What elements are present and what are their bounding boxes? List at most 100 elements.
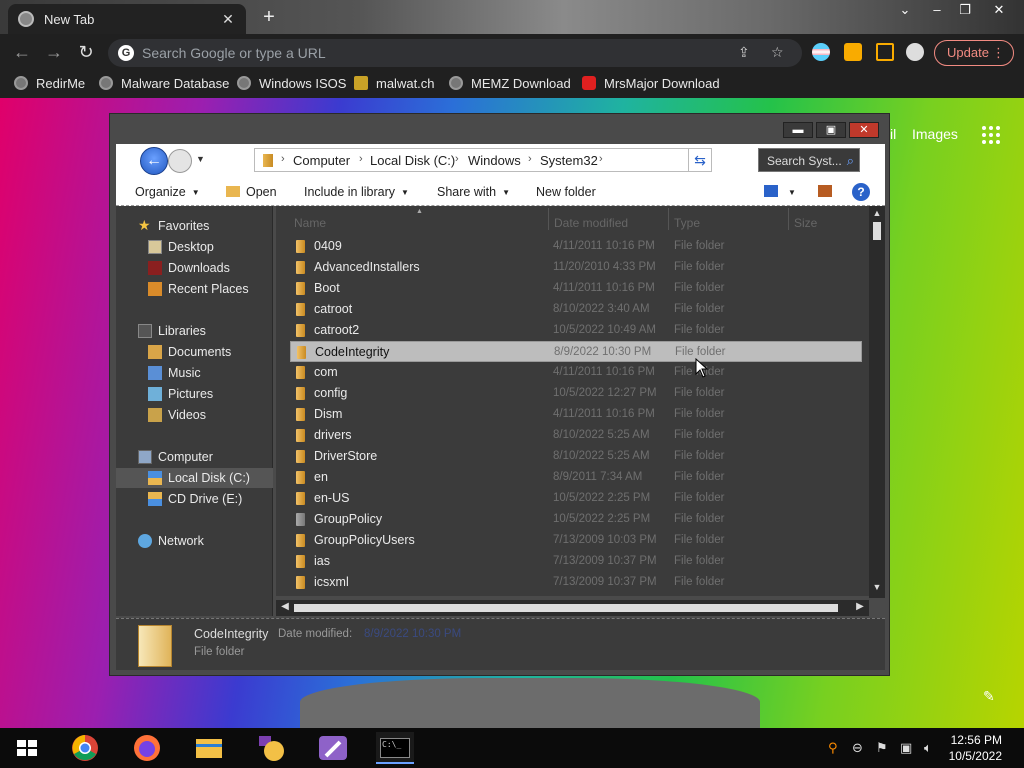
file-row[interactable]: Boot 4/11/2011 10:16 PM File folder <box>290 278 862 299</box>
close-window-button[interactable]: ✕ <box>986 2 1012 20</box>
file-row[interactable]: DriverStore 8/10/2022 5:25 AM File folder <box>290 446 862 467</box>
file-row[interactable]: icsxml 7/13/2009 10:37 PM File folder <box>290 572 862 593</box>
extensions-puzzle-icon[interactable] <box>844 43 862 61</box>
file-row[interactable]: drivers 8/10/2022 5:25 AM File folder <box>290 425 862 446</box>
bookmark-item[interactable]: malwat.ch <box>354 76 435 91</box>
share-with-button[interactable]: Share with ▼ <box>437 185 510 199</box>
omnibox-placeholder[interactable]: Search Google or type a URL <box>142 45 326 61</box>
nav-downloads[interactable]: Downloads <box>116 258 273 278</box>
refresh-icon[interactable]: ⇆ <box>688 148 712 172</box>
google-apps-grid-icon[interactable] <box>982 126 1000 144</box>
network-tray-icon[interactable]: ▣ <box>900 740 912 756</box>
chevron-right-icon[interactable]: › <box>455 153 459 165</box>
file-row[interactable]: config 10/5/2022 12:27 PM File folder <box>290 383 862 404</box>
nav-documents[interactable]: Documents <box>116 342 273 362</box>
update-button[interactable]: Update ⋮ <box>934 40 1014 66</box>
file-row[interactable]: AdvancedInstallers 11/20/2010 4:33 PM File… <box>290 257 862 278</box>
breadcrumb-system32[interactable]: System32 <box>540 153 598 168</box>
nav-pictures[interactable]: Pictures <box>116 384 273 404</box>
scroll-left-icon[interactable]: ◀ <box>278 601 292 612</box>
file-row[interactable]: catroot2 10/5/2022 10:49 AM File folder <box>290 320 862 341</box>
nav-libraries[interactable]: Libraries <box>116 321 273 341</box>
scroll-right-icon[interactable]: ▶ <box>853 601 867 612</box>
column-header-name[interactable]: Name <box>294 216 326 230</box>
include-in-library-button[interactable]: Include in library ▼ <box>304 185 409 199</box>
explorer-back-button[interactable]: ← <box>140 147 168 175</box>
bookmark-star-icon[interactable]: ☆ <box>771 44 784 61</box>
nav-favorites[interactable]: ★ Favorites <box>116 216 273 236</box>
back-arrow-icon[interactable]: ← <box>10 40 34 64</box>
breadcrumb-windows[interactable]: Windows <box>468 153 521 168</box>
customize-pencil-icon[interactable]: ✎ <box>983 688 995 705</box>
flag-icon[interactable]: ⚑ <box>876 740 888 756</box>
gmail-link[interactable]: il <box>890 126 896 142</box>
file-row[interactable]: en 8/9/2011 7:34 AM File folder <box>290 467 862 488</box>
avatar[interactable] <box>906 43 924 61</box>
view-options-icon[interactable] <box>764 185 778 197</box>
file-row[interactable]: GroupPolicyUsers 7/13/2009 10:03 PM File f… <box>290 530 862 551</box>
column-divider[interactable] <box>788 208 789 230</box>
tab-search-icon[interactable]: ⌄ <box>892 2 918 20</box>
breadcrumb-local-disk[interactable]: Local Disk (C:) <box>370 153 455 168</box>
help-icon[interactable]: ? <box>852 183 870 201</box>
bookmark-item[interactable]: MrsMajor Download <box>582 76 720 91</box>
share-icon[interactable]: ⇪ <box>738 44 750 61</box>
nav-recent-places[interactable]: Recent Places <box>116 279 273 299</box>
column-header-type[interactable]: Type <box>674 216 700 230</box>
tab-close-icon[interactable]: ✕ <box>220 11 236 28</box>
breadcrumb-computer[interactable]: Computer <box>293 153 350 168</box>
bookmark-item[interactable]: MEMZ Download <box>449 76 571 91</box>
column-divider[interactable] <box>668 208 669 230</box>
restore-button[interactable]: ❐ <box>952 2 978 20</box>
nav-network[interactable]: Network <box>116 531 273 551</box>
bookmark-item[interactable]: RedirMe <box>14 76 85 91</box>
menu-dots-icon[interactable]: ⋮ <box>992 41 1005 65</box>
explorer-maximize-button[interactable]: ▣ <box>816 122 846 138</box>
tab-new-tab[interactable]: New Tab ✕ <box>8 4 246 34</box>
explorer-forward-button[interactable] <box>168 149 192 173</box>
history-dropdown-icon[interactable]: ▼ <box>196 154 205 164</box>
system-clock[interactable]: 12:56 PM 10/5/2022 <box>944 732 1002 764</box>
scroll-thumb[interactable] <box>294 604 838 612</box>
chevron-right-icon[interactable]: › <box>599 153 603 165</box>
start-windows-icon[interactable] <box>8 732 46 764</box>
file-row[interactable]: catroot 8/10/2022 3:40 AM File folder <box>290 299 862 320</box>
open-button[interactable]: Open <box>226 185 277 199</box>
nav-computer[interactable]: Computer <box>116 447 273 467</box>
explorer-close-button[interactable]: ✕ <box>849 122 879 138</box>
nav-local-disk[interactable]: Local Disk (C:) <box>116 468 273 488</box>
file-row[interactable]: CodeIntegrity 8/9/2022 10:30 PM File folde… <box>290 341 862 362</box>
scroll-up-icon[interactable]: ▲ <box>869 208 885 222</box>
volume-icon[interactable]: 🔈︎ <box>924 740 932 756</box>
search-field[interactable]: Search Syst... ⌕ <box>758 148 860 172</box>
file-row[interactable]: GroupPolicy 10/5/2022 2:25 PM File folder <box>290 509 862 530</box>
side-panel-icon[interactable] <box>876 43 894 61</box>
do-not-disturb-icon[interactable]: ⊖ <box>852 740 863 756</box>
bookmark-item[interactable]: Malware Database <box>99 76 229 91</box>
search-tray-icon[interactable]: ⚲ <box>828 740 838 756</box>
column-header-size[interactable]: Size <box>794 216 817 230</box>
view-dropdown-icon[interactable]: ▼ <box>788 188 796 197</box>
visual-studio-taskbar-icon[interactable] <box>314 732 352 764</box>
organize-button[interactable]: Organize ▼ <box>135 185 200 199</box>
new-tab-button[interactable]: + <box>256 6 282 30</box>
images-link[interactable]: Images <box>912 126 958 142</box>
reload-icon[interactable]: ↻ <box>74 40 98 64</box>
search-icon[interactable]: ⌕ <box>847 153 854 169</box>
new-folder-button[interactable]: New folder <box>536 185 596 199</box>
profile-flag-icon[interactable] <box>812 43 830 61</box>
file-row[interactable]: ias 7/13/2009 10:37 PM File folder <box>290 551 862 572</box>
horizontal-scrollbar[interactable]: ◀ ▶ <box>276 600 869 616</box>
bookmark-item[interactable]: Windows ISOS <box>237 76 346 91</box>
chevron-right-icon[interactable]: › <box>281 153 285 165</box>
address-bar[interactable]: › Computer › Local Disk (C:) › Windows ›… <box>254 148 706 172</box>
file-row[interactable]: 0409 4/11/2011 10:16 PM File folder <box>290 236 862 257</box>
scroll-thumb[interactable] <box>873 222 881 240</box>
command-prompt-taskbar-icon[interactable]: C:\_ <box>376 732 414 764</box>
scroll-down-icon[interactable]: ▼ <box>869 582 885 596</box>
file-row[interactable]: Dism 4/11/2011 10:16 PM File folder <box>290 404 862 425</box>
chevron-right-icon[interactable]: › <box>528 153 532 165</box>
column-divider[interactable] <box>548 208 549 230</box>
file-row[interactable]: com 4/11/2011 10:16 PM File folder <box>290 362 862 383</box>
firefox-taskbar-icon[interactable] <box>128 732 166 764</box>
